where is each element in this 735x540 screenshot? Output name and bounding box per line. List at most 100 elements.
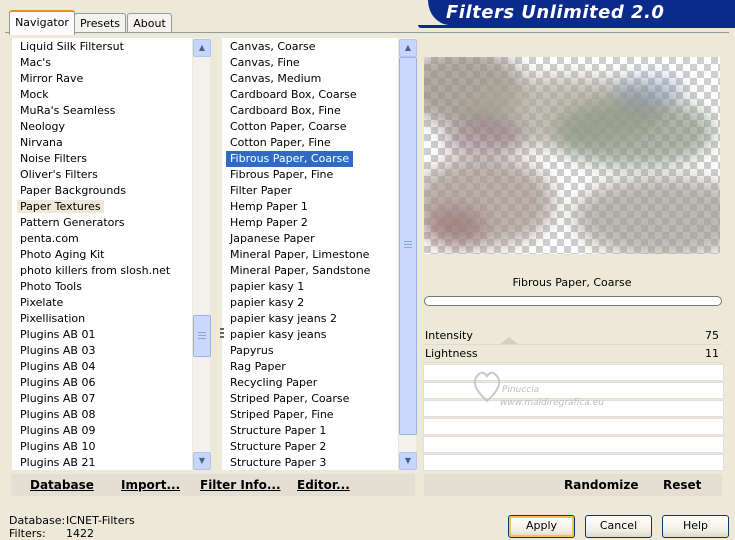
slider-label: Lightness xyxy=(425,347,478,360)
database-info: Database: ICNET-Filters xyxy=(9,514,135,527)
category-item[interactable]: Mock xyxy=(12,87,192,103)
category-item[interactable]: Paper Backgrounds xyxy=(12,183,192,199)
filter-item[interactable]: Hemp Paper 2 xyxy=(222,215,398,231)
filter-item[interactable]: Structure Paper 1 xyxy=(222,423,398,439)
category-item[interactable]: Plugins AB 21 xyxy=(12,455,192,470)
left-toolbar: Database Import... Filter Info... Editor… xyxy=(11,474,415,496)
watermark-url: www.maldiregrafica.eu xyxy=(500,398,604,408)
preview-caption: Fibrous Paper, Coarse xyxy=(512,276,632,289)
filter-item[interactable]: Fibrous Paper, Fine xyxy=(222,167,398,183)
watermark-name: Pinuccia xyxy=(502,385,540,395)
slider-value: 11 xyxy=(705,347,719,360)
filter-item[interactable]: Canvas, Medium xyxy=(222,71,398,87)
filter-item[interactable]: papier kasy jeans 2 xyxy=(222,311,398,327)
category-item[interactable]: Photo Tools xyxy=(12,279,192,295)
filter-item[interactable]: Canvas, Coarse xyxy=(222,39,398,55)
tab-presets[interactable]: Presets xyxy=(74,13,126,33)
scroll-up-icon[interactable]: ▲ xyxy=(399,39,417,57)
right-toolbar: Randomize Reset xyxy=(424,474,722,496)
slider-pointer-icon xyxy=(500,337,518,344)
filter-item[interactable]: Mineral Paper, Sandstone xyxy=(222,263,398,279)
category-item[interactable]: Pattern Generators xyxy=(12,215,192,231)
filter-item[interactable]: Cotton Paper, Coarse xyxy=(222,119,398,135)
category-item[interactable]: Pixelate xyxy=(12,295,192,311)
scroll-thumb[interactable] xyxy=(193,315,211,357)
filter-item[interactable]: Recycling Paper xyxy=(222,375,398,391)
banner-underline xyxy=(418,25,735,28)
filter-item[interactable]: Striped Paper, Coarse xyxy=(222,391,398,407)
database-value: ICNET-Filters xyxy=(66,514,135,527)
database-button[interactable]: Database xyxy=(30,478,94,492)
apply-button[interactable]: Apply xyxy=(508,515,575,538)
filter-item[interactable]: Structure Paper 3 xyxy=(222,455,398,470)
reset-button[interactable]: Reset xyxy=(663,478,701,492)
category-item[interactable]: Noise Filters xyxy=(12,151,192,167)
category-item[interactable]: photo killers from slosh.net xyxy=(12,263,192,279)
category-item[interactable]: Nirvana xyxy=(12,135,192,151)
slider-label: Intensity xyxy=(425,329,473,342)
slider-empty xyxy=(423,436,724,453)
category-scrollbar[interactable]: ▲ ▼ xyxy=(193,38,211,470)
app-title: Filters Unlimited 2.0 xyxy=(446,2,665,23)
filter-item[interactable]: Rag Paper xyxy=(222,359,398,375)
filter-list[interactable]: Canvas, Coarse Canvas, Fine Canvas, Medium… xyxy=(222,38,398,470)
filter-item[interactable]: Mineral Paper, Limestone xyxy=(222,247,398,263)
scroll-thumb[interactable] xyxy=(399,57,417,435)
database-label: Database: xyxy=(9,514,66,527)
editor-button[interactable]: Editor... xyxy=(297,478,350,492)
category-item[interactable]: Oliver's Filters xyxy=(12,167,192,183)
filter-item[interactable]: papier kasy jeans xyxy=(222,327,398,343)
filter-item[interactable]: papier kasy 2 xyxy=(222,295,398,311)
category-item[interactable]: Plugins AB 04 xyxy=(12,359,192,375)
category-item[interactable]: Plugins AB 01 xyxy=(12,327,192,343)
tab-navigator[interactable]: Navigator xyxy=(9,10,75,35)
filter-preview-image xyxy=(424,57,720,254)
scroll-down-icon[interactable]: ▼ xyxy=(399,452,417,470)
category-item[interactable]: Liquid Silk Filtersut xyxy=(12,39,192,55)
category-item[interactable]: Neology xyxy=(12,119,192,135)
tab-about[interactable]: About xyxy=(127,13,172,33)
category-item[interactable]: Plugins AB 09 xyxy=(12,423,192,439)
drag-marker-icon xyxy=(220,328,224,340)
slider-value: 75 xyxy=(705,329,719,342)
slider-empty xyxy=(423,418,724,435)
category-item[interactable]: Plugins AB 06 xyxy=(12,375,192,391)
filter-scrollbar[interactable]: ▲ ▼ xyxy=(399,38,417,470)
filter-item[interactable]: papier kasy 1 xyxy=(222,279,398,295)
randomize-button[interactable]: Randomize xyxy=(564,478,638,492)
heart-icon xyxy=(473,371,501,403)
filter-item[interactable]: Cardboard Box, Fine xyxy=(222,103,398,119)
category-item[interactable]: penta.com xyxy=(12,231,192,247)
category-item[interactable]: Mac's xyxy=(12,55,192,71)
category-list[interactable]: Liquid Silk Filtersut Mac's Mirror Rave Moc… xyxy=(12,38,192,470)
filter-item[interactable]: Cardboard Box, Coarse xyxy=(222,87,398,103)
filter-item[interactable]: Japanese Paper xyxy=(222,231,398,247)
category-item[interactable]: Plugins AB 08 xyxy=(12,407,192,423)
category-item[interactable]: Mirror Rave xyxy=(12,71,192,87)
scroll-up-icon[interactable]: ▲ xyxy=(193,39,211,57)
import-button[interactable]: Import... xyxy=(121,478,180,492)
category-item[interactable]: Plugins AB 10 xyxy=(12,439,192,455)
category-item[interactable]: Paper Textures xyxy=(12,199,192,215)
filter-item[interactable]: Striped Paper, Fine xyxy=(222,407,398,423)
category-item[interactable]: Plugins AB 07 xyxy=(12,391,192,407)
filter-item[interactable]: Hemp Paper 1 xyxy=(222,199,398,215)
filter-info-button[interactable]: Filter Info... xyxy=(200,478,281,492)
filter-item[interactable]: Papyrus xyxy=(222,343,398,359)
filter-item[interactable]: Canvas, Fine xyxy=(222,55,398,71)
category-item[interactable]: Photo Aging Kit xyxy=(12,247,192,263)
slider-intensity[interactable]: Intensity 75 xyxy=(423,327,722,345)
filter-item[interactable]: Cotton Paper, Fine xyxy=(222,135,398,151)
cancel-button[interactable]: Cancel xyxy=(585,515,652,538)
filters-label: Filters: xyxy=(9,527,46,540)
filter-item[interactable]: Filter Paper xyxy=(222,183,398,199)
category-item[interactable]: Pixellisation xyxy=(12,311,192,327)
slider-lightness[interactable]: Lightness 11 xyxy=(423,345,722,363)
scroll-down-icon[interactable]: ▼ xyxy=(193,452,211,470)
filter-item[interactable]: Structure Paper 2 xyxy=(222,439,398,455)
category-item[interactable]: Plugins AB 03 xyxy=(12,343,192,359)
tab-panel-border xyxy=(5,32,729,33)
filter-item[interactable]: Fibrous Paper, Coarse xyxy=(226,151,354,167)
category-item[interactable]: MuRa's Seamless xyxy=(12,103,192,119)
help-button[interactable]: Help xyxy=(662,515,729,538)
